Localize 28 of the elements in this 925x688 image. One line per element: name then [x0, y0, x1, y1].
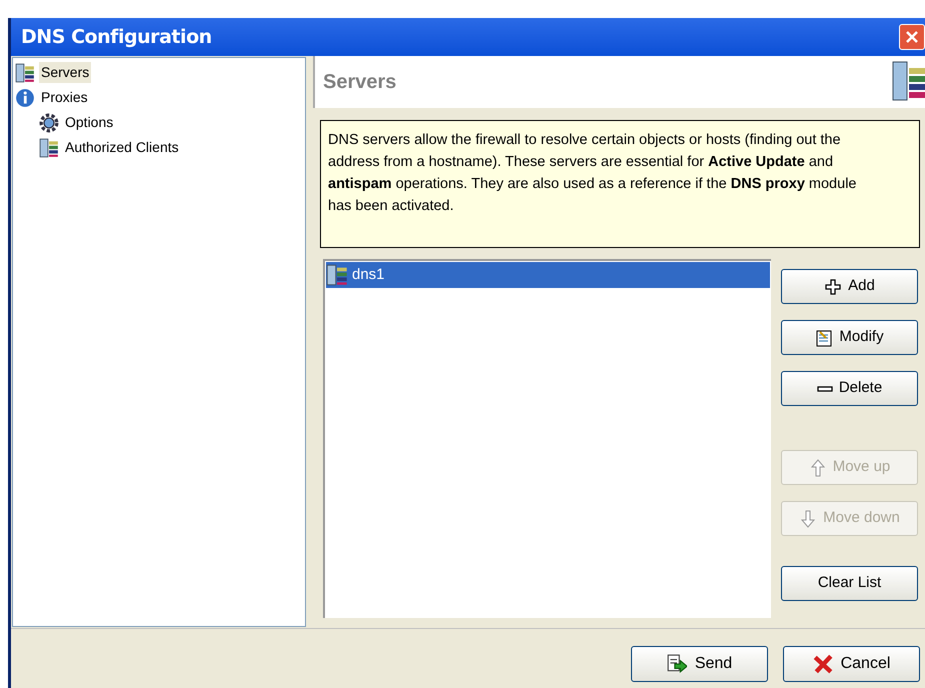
action-button[interactable]: Delete — [781, 371, 918, 406]
close-button[interactable] — [899, 24, 925, 50]
tree-item[interactable]: Options — [63, 112, 116, 133]
action-button[interactable]: Modify — [781, 320, 918, 355]
servers-icon — [15, 62, 35, 82]
servers-icon — [39, 138, 59, 158]
send-button[interactable]: Send — [631, 646, 768, 682]
minus-icon — [816, 386, 833, 392]
notepad-icon — [815, 328, 834, 346]
plus-icon — [824, 278, 842, 296]
cancel-button[interactable]: Cancel — [783, 646, 920, 682]
description-text: DNS servers allow the firewall to resolve certain objects or hosts (finding out the address from a hostname). These servers are essential for Active Update and antispam operations. They are also used as a reference if the DNS proxy module has been activated. — [320, 120, 920, 248]
send-icon — [666, 654, 687, 674]
arrow-down-icon — [799, 510, 818, 528]
servers-icon — [326, 264, 348, 286]
arrow-up-icon — [808, 458, 827, 476]
action-button[interactable]: Add — [781, 269, 918, 304]
close-icon — [905, 30, 919, 44]
tree-item[interactable]: Proxies — [39, 87, 90, 108]
window-title: DNS Configuration — [21, 24, 212, 50]
gear-icon — [39, 112, 59, 132]
tree-item[interactable]: Authorized Clients — [63, 137, 181, 158]
cross-icon — [812, 654, 833, 674]
list-row[interactable]: dns1 — [326, 262, 770, 288]
tree-item[interactable]: Servers — [39, 62, 92, 83]
panel-title: Servers — [323, 70, 396, 95]
info-icon — [15, 88, 35, 108]
action-button[interactable]: Clear List — [781, 566, 918, 601]
